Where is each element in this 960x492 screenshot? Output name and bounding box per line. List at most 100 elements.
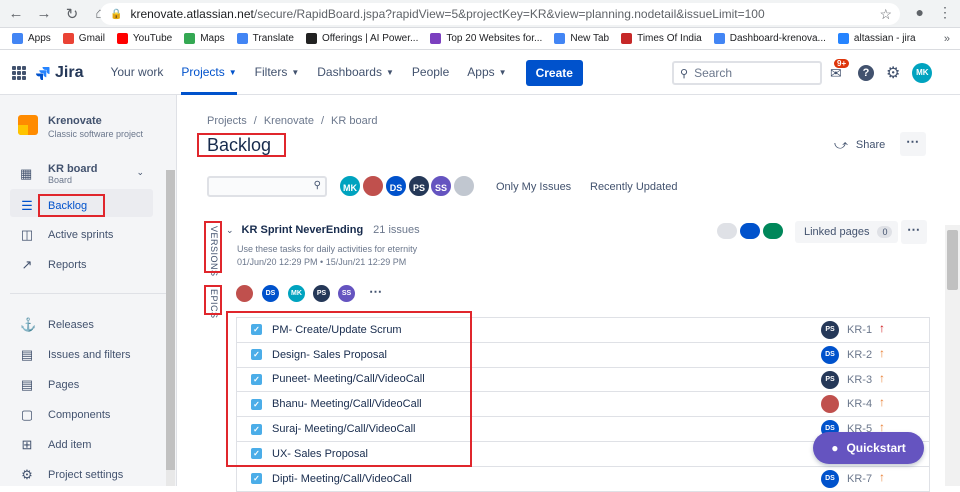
breadcrumb-project[interactable]: Krenovate (264, 115, 314, 127)
browser-menu-icon[interactable]: ⋮ (938, 4, 952, 21)
issue-key[interactable]: KR-4 (847, 398, 872, 410)
bookmark-toi[interactable]: Times Of India (621, 33, 702, 44)
linked-pages-button[interactable]: Linked pages 0 (795, 221, 899, 243)
priority-arrow-up-icon: ↑ (879, 345, 885, 360)
lightbulb-icon: ● (831, 441, 839, 455)
bookmarks-overflow-icon[interactable]: » (944, 33, 950, 45)
issue-row[interactable]: ✓ Dipti- Meeting/Call/VideoCall DS KR-7 ↑ (236, 466, 930, 492)
columns-icon: ◫ (20, 227, 34, 242)
quick-filter-only-my-issues[interactable]: Only My Issues (496, 181, 571, 193)
sidebar-item-components[interactable]: ▢ Components (20, 408, 111, 422)
quick-filter-recently-updated[interactable]: Recently Updated (590, 181, 677, 193)
profile-icon[interactable]: ● (916, 4, 924, 21)
sidebar-scrollbar-thumb[interactable] (166, 170, 175, 470)
board-selector[interactable]: ▦ KR board Board ⌄ (20, 163, 150, 185)
jira-logo[interactable]: Jira (36, 64, 83, 82)
assignee-avatar[interactable]: PS (821, 321, 839, 339)
jira-logo-icon (36, 66, 50, 80)
help-icon[interactable]: ? (858, 65, 874, 81)
search-icon: ⚲ (680, 67, 689, 80)
toi-icon (621, 33, 633, 44)
chevron-down-icon: ▼ (385, 67, 394, 77)
project-header[interactable]: Krenovate Classic software project (18, 115, 143, 139)
issue-key[interactable]: KR-7 (847, 473, 872, 485)
settings-gear-icon[interactable]: ⚙ (886, 63, 900, 83)
sidebar-item-releases[interactable]: ⚓ Releases (20, 318, 94, 332)
assignee-avatar[interactable]: PS (821, 370, 839, 389)
more-avatars-icon[interactable]: ⋯ (369, 284, 382, 300)
sprint-header[interactable]: ⌄ KR Sprint NeverEnding 21 issues (226, 224, 420, 236)
bookmark-top20[interactable]: Top 20 Websites for... (430, 33, 542, 44)
epic-avatar[interactable]: DS (260, 283, 281, 304)
board-subtitle: Board (48, 175, 73, 185)
bookmark-youtube[interactable]: YouTube (116, 33, 172, 44)
breadcrumb-board[interactable]: KR board (331, 115, 377, 127)
share-button[interactable]: ⤻ Share (834, 137, 885, 153)
bookmarks-bar: Apps Gmail YouTube Maps Translate Offeri… (0, 28, 960, 50)
issue-key[interactable]: KR-3 (847, 374, 872, 386)
nav-your-work[interactable]: Your work (101, 50, 172, 95)
maps-icon (184, 33, 196, 44)
address-bar[interactable]: 🔒 krenovate.atlassian.net/secure/RapidBo… (100, 3, 900, 25)
nav-projects[interactable]: Projects ▼ (172, 50, 245, 95)
share-icon: ⤻ (834, 137, 848, 152)
global-search-input[interactable]: ⚲ Search (672, 61, 822, 85)
bookmark-translate[interactable]: Translate (236, 33, 294, 44)
forward-icon[interactable]: → (32, 2, 56, 26)
translate-icon (236, 33, 248, 44)
issue-key[interactable]: KR-1 (847, 324, 872, 336)
bookmark-apps[interactable]: Apps (12, 33, 51, 44)
page-more-button[interactable]: ⋯ (900, 132, 926, 156)
avatar-filter[interactable]: MK (338, 174, 362, 198)
epic-avatar[interactable]: SS (336, 283, 357, 304)
issue-key[interactable]: KR-2 (847, 349, 872, 361)
assignee-avatar[interactable]: DS (821, 469, 839, 488)
back-icon[interactable]: ← (4, 2, 28, 26)
status-done-indicator (763, 223, 783, 239)
avatar-filter[interactable]: DS (384, 174, 408, 198)
notifications-icon[interactable]: ✉ 9+ (830, 59, 850, 81)
sidebar-item-reports[interactable]: ↗ Reports (20, 258, 87, 272)
sidebar-item-active-sprints[interactable]: ◫ Active sprints (20, 227, 114, 242)
backlog-search-input[interactable]: ⚲ (207, 176, 327, 197)
priority-arrow-up-icon: ↑ (879, 321, 885, 335)
avatar-filter[interactable]: SS (429, 174, 453, 198)
sidebar-item-issues-filters[interactable]: ▤ Issues and filters (20, 348, 131, 362)
bookmark-star-icon[interactable]: ☆ (879, 6, 892, 23)
nav-apps[interactable]: Apps ▼ (458, 50, 515, 95)
sidebar-item-add-item[interactable]: ⊞ Add item (20, 438, 92, 452)
epic-avatar[interactable]: PS (311, 283, 332, 304)
reload-icon[interactable]: ↻ (60, 2, 84, 26)
assignee-avatar[interactable] (821, 395, 839, 414)
sidebar-item-pages[interactable]: ▤ Pages (20, 378, 79, 392)
create-button[interactable]: Create (525, 59, 583, 86)
nav-dashboards[interactable]: Dashboards ▼ (308, 50, 403, 95)
status-todo-indicator (717, 223, 737, 239)
sprint-more-button[interactable]: ⋯ (901, 220, 927, 244)
bookmark-gmail[interactable]: Gmail (62, 33, 105, 44)
nav-filters[interactable]: Filters ▼ (246, 50, 309, 95)
epic-avatar[interactable] (234, 283, 255, 304)
main-scrollbar-thumb[interactable] (947, 230, 958, 290)
nav-people[interactable]: People (403, 50, 458, 95)
backlog-main: Projects / Krenovate / KR board Backlog ⤻ Sh… (178, 95, 960, 492)
avatar-filter[interactable] (361, 174, 385, 198)
url-path: /secure/RapidBoard.jspa?rapidView=5&proj… (253, 7, 765, 21)
bookmark-newtab[interactable]: New Tab (554, 33, 609, 44)
breadcrumb-projects[interactable]: Projects (207, 115, 247, 127)
bookmark-dashboard[interactable]: Dashboard-krenova... (713, 33, 826, 44)
user-avatar[interactable]: MK (912, 63, 933, 83)
bookmark-offerings[interactable]: Offerings | AI Power... (306, 33, 418, 44)
epic-avatar[interactable]: MK (286, 283, 307, 304)
avatar-filter[interactable]: PS (407, 174, 431, 198)
assignee-avatar[interactable]: DS (821, 345, 839, 364)
chevron-down-icon: ▼ (291, 67, 300, 77)
settings-gear-icon: ⚙ (21, 467, 33, 482)
quickstart-button[interactable]: ● Quickstart (813, 432, 924, 464)
sidebar-item-project-settings[interactable]: ⚙ Project settings (20, 468, 123, 482)
sprint-goal: Use these tasks for daily activities for… (237, 244, 418, 254)
bookmark-jira[interactable]: altassian - jira (837, 33, 916, 44)
app-switcher-icon[interactable] (12, 65, 26, 80)
avatar-filter-unassigned[interactable] (452, 174, 476, 198)
bookmark-maps[interactable]: Maps (184, 33, 225, 44)
